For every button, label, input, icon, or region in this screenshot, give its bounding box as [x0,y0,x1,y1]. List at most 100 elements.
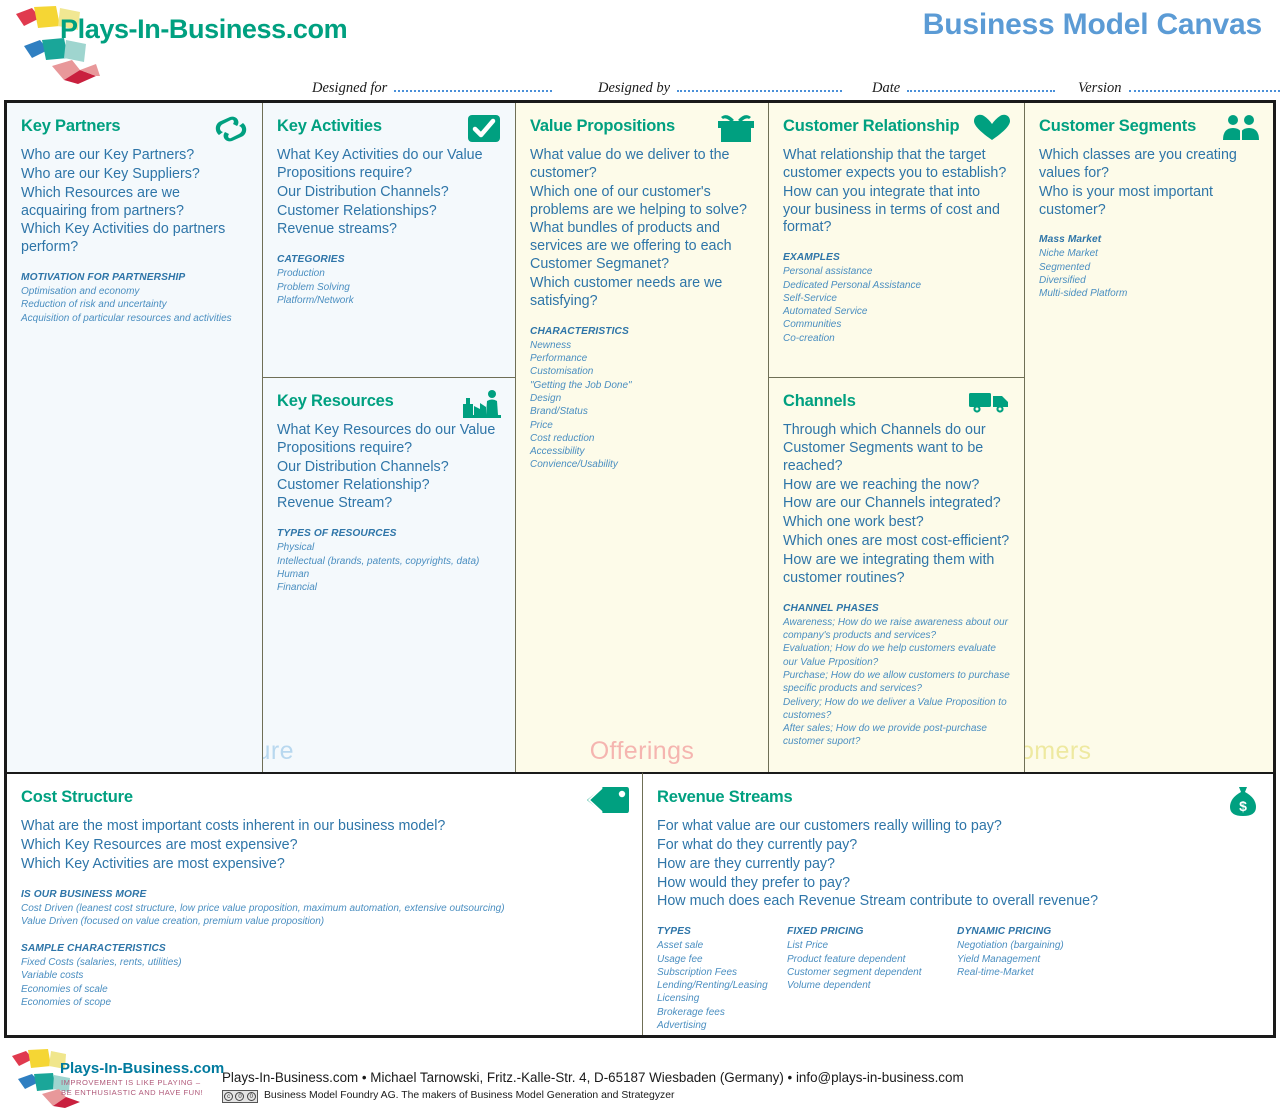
block-key-partners[interactable]: Key Partners Who are our Key Partners? W… [7,103,263,772]
version-input[interactable] [1128,80,1280,92]
svg-text:$: $ [1239,798,1247,814]
sub-heading-2: SAMPLE CHARACTERISTICS [21,943,166,955]
question-item: Which Key Resources are most expensive? [21,836,298,853]
question-list: What Key Resources do our Value Proposit… [277,422,501,513]
designed-by-input[interactable] [677,80,843,92]
sub-item-list: Cost Driven (leanest cost structure, low… [21,902,628,929]
sub-item: Niche Market [1039,248,1098,260]
sub-item: Human [277,568,310,580]
revenue-column-fixed-pricing: FIXED PRICING List Price Product feature… [787,926,957,1032]
meta-field-version: Version [1078,80,1280,97]
watermark-customers: Customers [1025,737,1092,765]
question-item: How would they prefer to pay? [657,874,851,891]
block-key-resources[interactable]: Key Resources What Key Resources do our … [263,378,516,772]
two-people-icon [1223,115,1259,140]
chain-link-icon [215,116,247,142]
meta-field-designed-for: Designed for [312,80,553,97]
sub-item: Multi-sided Platform [1039,288,1128,300]
sub-heading: EXAMPLES [783,252,840,264]
sub-heading: CHARACTERISTICS [530,325,629,337]
sub-item: Cost reduction [530,432,595,444]
question-list: What relationship that the target custom… [783,147,1010,237]
sub-heading: FIXED PRICING [787,926,864,938]
money-bag-icon: $ [1230,787,1256,816]
sub-item: Yield Management [957,953,1041,965]
sub-item-list: Personal assistance Dedicated Personal A… [783,265,1010,345]
question-item: Our Distribution Channels? Customer Rela… [277,458,449,493]
question-item: Which Key Activities do partners perform… [21,221,226,256]
block-revenue-streams[interactable]: $ Revenue Streams For what value are our… [643,772,1273,1035]
cc-circle: 0 [246,1092,256,1101]
sub-item: Volume dependent [787,980,871,992]
question-item: How much does each Revenue Stream contri… [657,893,1099,910]
designed-for-input[interactable] [394,80,553,92]
meta-field-designed-by: Designed by [598,80,843,97]
block-customer-relationship[interactable]: Customer Relationship What relationship … [769,103,1025,378]
sub-item: Cost Driven (leanest cost structure, low… [21,902,505,914]
sub-item-list: Awareness; How do we raise awareness abo… [783,616,1010,749]
delivery-truck-icon [969,393,1008,413]
question-list: Through which Channels do our Customer S… [783,422,1010,588]
page-header: Plays-In-Business.com Business Model Can… [0,0,1280,98]
sub-item: Brand/Status [530,406,588,418]
sub-item: Awareness; How do we raise awareness abo… [783,616,1008,642]
watermark-offerings: Offerings [589,737,695,765]
question-item: Which ones are most cost-efficient? [783,533,1010,550]
sub-item: Real-time-Market [957,966,1034,978]
cc-circle: c [224,1092,234,1101]
sub-item: Accessibility [530,446,585,458]
sub-item-list: Asset sale Usage fee Subscription Fees L… [657,939,787,1032]
block-value-propositions[interactable]: Value Propositions What value do we deli… [516,103,769,772]
sub-item: Subscription Fees [657,966,738,978]
question-item: Which customer needs are we satisfying? [530,275,723,309]
sub-item: Evaluation; How do we help customers eva… [783,643,996,668]
sub-item: Financial [277,582,318,594]
question-item: Who are our Key Suppliers? [21,165,200,182]
sub-item: Self-Service [783,292,837,304]
block-channels[interactable]: Channels Through which Channels do our C… [769,378,1025,772]
question-list: Who are our Key Partners? Who are our Ke… [21,147,248,257]
price-tag-icon [587,787,629,813]
sub-item: Design [530,392,562,404]
meta-field-date: Date [872,80,1056,97]
sub-item: Negotiation (bargaining) [957,940,1064,952]
cc-circle: 0 [235,1092,245,1101]
question-list: What Key Activities do our Value Proposi… [277,147,501,239]
question-item: Which classes are you creating values fo… [1039,147,1237,181]
question-item: How are our Channels integrated? [783,495,1001,512]
sub-item: Variable costs [21,970,84,982]
question-item: Revenue Stream? [277,495,393,512]
sub-item: Platform/Network [277,294,354,306]
question-item: Who are our Key Partners? [21,147,195,163]
question-item: Revenue streams? [277,221,397,238]
sub-item: Physical [277,542,315,554]
sub-item: Communities [783,319,842,331]
revenue-column-dynamic-pricing: DYNAMIC PRICING Negotiation (bargaining)… [957,926,1157,1032]
question-item: How are we reaching the now? [783,476,980,493]
block-key-activities[interactable]: Key Activities What Key Activities do ou… [263,103,516,378]
sub-item: Fixed Costs (salaries, rents, utilities) [21,957,182,969]
question-item: For what value are our customers really … [657,818,1002,834]
sub-item-list: Physical Intellectual (brands, patents, … [277,541,501,594]
sub-item: Convience/Usability [530,459,618,471]
footer-contact-text: Plays-In-Business.com • Michael Tarnowsk… [222,1070,964,1085]
date-input[interactable] [907,80,1056,92]
sub-heading: Mass Market [1039,234,1102,246]
question-item: How are we integrating them with custome… [783,552,995,586]
sub-item: Segmented [1039,261,1091,273]
sub-item: Purchase; How do we allow customers to p… [783,669,1010,695]
revenue-streams-columns: TYPES Asset sale Usage fee Subscription … [657,926,1259,1032]
block-customer-segments[interactable]: Customer Segments Which classes are you … [1025,103,1273,772]
question-item: Our Distribution Channels? [277,183,449,200]
sub-item: Customisation [530,366,594,378]
sub-item: Diversified [1039,275,1086,287]
block-cost-structure[interactable]: Cost Structure What are the most importa… [7,772,643,1035]
sub-item-list-2: Fixed Costs (salaries, rents, utilities)… [21,956,628,1009]
footer-tagline-line1: IMPROVEMENT IS LIKE PLAYING – [61,1078,201,1087]
sub-item: After sales; How do we provide post-purc… [783,723,987,748]
version-label: Version [1078,80,1122,96]
sub-item-list: Negotiation (bargaining) Yield Managemen… [957,939,1157,979]
sub-item: Price [530,419,553,431]
sub-heading: MOTIVATION FOR PARTNERSHIP [21,272,186,284]
block-title: Cost Structure [21,788,133,806]
